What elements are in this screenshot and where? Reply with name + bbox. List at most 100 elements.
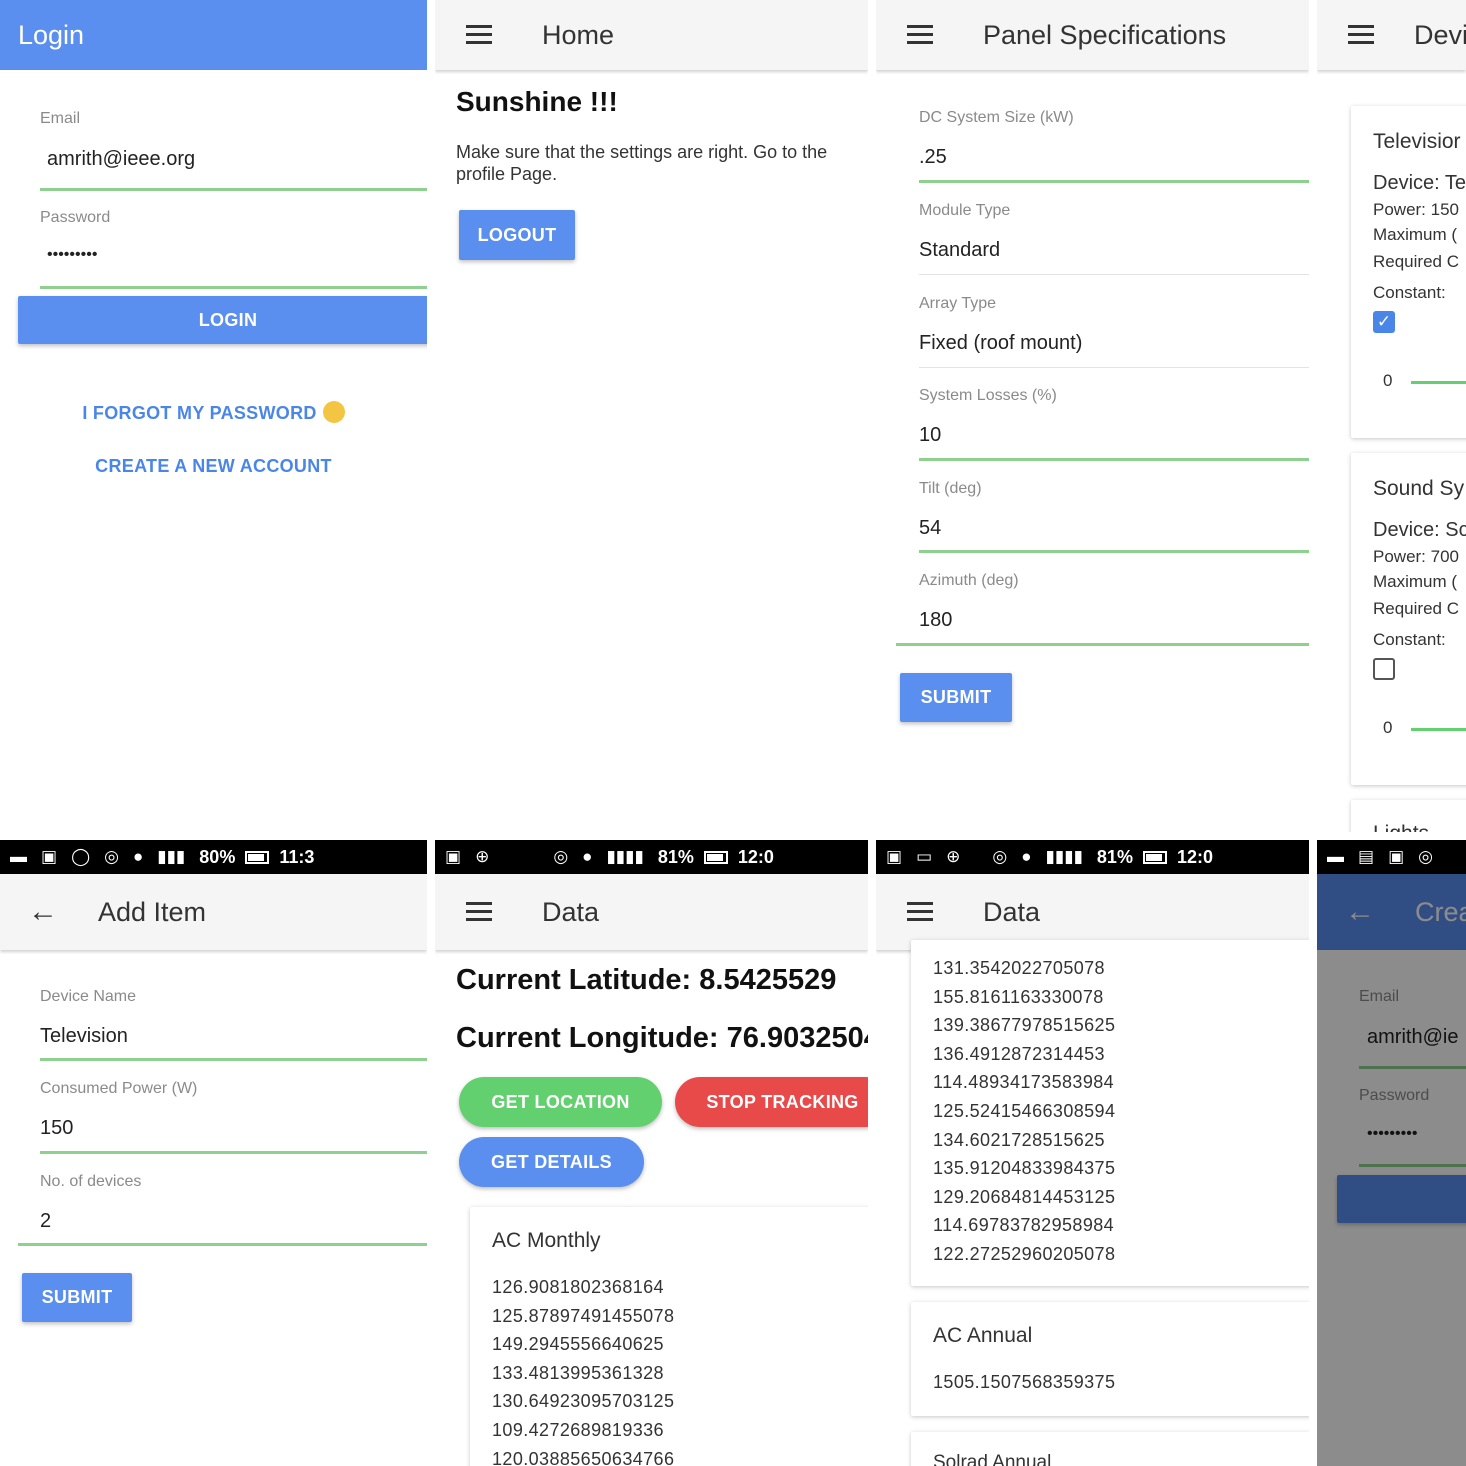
hotspot-icon: ◎: [553, 847, 569, 866]
menu-icon[interactable]: [907, 25, 933, 45]
create-account-link[interactable]: CREATE A NEW ACCOUNT: [0, 456, 427, 477]
consumed-power-input[interactable]: 150: [40, 1117, 73, 1140]
email-input[interactable]: amrith@ieee.org: [47, 148, 195, 171]
page-title: Home: [542, 19, 615, 50]
tilt-underline: [919, 550, 1309, 553]
signal-icon: ▮▮▮▮: [1045, 847, 1083, 866]
ac-annual-value: 1505.1507568359375: [933, 1372, 1116, 1392]
constant-checkbox[interactable]: [1373, 658, 1395, 680]
forgot-password-label: I FORGOT MY PASSWORD: [82, 403, 317, 423]
device-constant-text: Constant:: [1373, 283, 1446, 302]
device-card-title: Sound Sy:: [1373, 477, 1466, 500]
password-label: Password: [40, 209, 111, 226]
device-required-text: Required C: [1373, 252, 1459, 271]
system-losses-underline: [919, 458, 1309, 461]
menu-icon[interactable]: [907, 902, 933, 922]
create-account-screen: ▬ ▤ ▣ ◎ ← Crea Email amrith@ie Password …: [1317, 840, 1466, 1466]
get-details-button[interactable]: GET DETAILS: [459, 1137, 644, 1187]
device-power-text: Power: 150: [1373, 200, 1459, 219]
page-title: Data: [983, 896, 1041, 927]
get-location-button[interactable]: GET LOCATION: [459, 1077, 662, 1127]
gallery-icon: ▣: [445, 847, 462, 866]
device-name-text: Device: Te: [1373, 172, 1466, 194]
submit-button[interactable]: SUBMIT: [900, 673, 1012, 722]
stop-tracking-button[interactable]: STOP TRACKING: [675, 1077, 868, 1127]
system-losses-input[interactable]: 10: [919, 424, 941, 447]
gallery-icon: ▣: [41, 847, 58, 866]
panel-specifications-screen: Panel Specifications DC System Size (kW)…: [876, 0, 1309, 832]
array-type-underline: [919, 367, 1309, 368]
latitude-text: Current Latitude: 8.5425529: [456, 964, 837, 996]
submit-button[interactable]: SUBMIT: [22, 1273, 132, 1322]
clock: 12:0: [1176, 846, 1213, 867]
login-button[interactable]: LOGIN: [18, 296, 427, 344]
dc-system-size-input[interactable]: .25: [919, 146, 947, 169]
list-item: 125.52415466308594: [933, 1100, 1116, 1121]
constant-checkbox[interactable]: ✓: [1373, 311, 1395, 333]
message-icon: ▬: [1327, 847, 1344, 866]
device-name-text: Device: Sc: [1373, 519, 1466, 541]
page-title: Add Item: [98, 896, 207, 927]
list-item: 135.91204833984375: [933, 1158, 1116, 1179]
battery-icon: [245, 850, 270, 864]
hotspot-icon: ◎: [1418, 847, 1433, 866]
device-required-text: Required C: [1373, 599, 1459, 618]
email-underline: [40, 188, 427, 191]
back-arrow-icon[interactable]: ←: [28, 895, 58, 929]
card-title: AC Monthly: [492, 1229, 601, 1252]
battery-percent: 81%: [657, 846, 694, 867]
azimuth-underline: [896, 643, 1309, 646]
device-name-input[interactable]: Television: [40, 1025, 128, 1048]
solrad-annual-card: Solrad Annual: [911, 1432, 1309, 1466]
ac-monthly-values: 126.9081802368164 125.87897491455078 149…: [492, 1273, 674, 1466]
status-bar: ▣ ⊕ ◎ ● ▮▮▮▮ 81% 12:0: [435, 840, 868, 874]
device-count-input[interactable]: 2: [40, 1210, 51, 1233]
azimuth-input[interactable]: 180: [919, 609, 952, 632]
card-title: Solrad Annual: [933, 1452, 1052, 1466]
menu-icon[interactable]: [1348, 25, 1374, 45]
gallery-icon: ▣: [886, 847, 903, 866]
usage-slider[interactable]: [1411, 728, 1466, 731]
device-count-label: No. of devices: [40, 1173, 142, 1190]
gps-icon: ⊕: [946, 847, 961, 866]
page-title: Login: [18, 19, 85, 50]
list-item: 109.4272689819336: [492, 1419, 664, 1440]
usage-slider[interactable]: [1411, 381, 1466, 384]
device-card: Lights: [1351, 800, 1466, 832]
login-appbar: Login: [0, 0, 427, 70]
status-bar: ▬ ▣ ◯ ◎ ● ▮▮▮ 80% 11:3: [0, 840, 427, 874]
device-power-text: Power: 700: [1373, 547, 1459, 566]
monthly-values: 131.3542022705078 155.8161163330078 139.…: [933, 954, 1115, 1269]
device-maximum-text: Maximum (: [1373, 225, 1458, 244]
location-icon: ●: [1021, 847, 1032, 866]
status-bar: ▣ ▭ ⊕ ◎ ● ▮▮▮▮ 81% 12:0: [876, 840, 1309, 874]
card-title: AC Annual: [933, 1324, 1033, 1347]
data-appbar: Data: [876, 874, 1309, 950]
device-constant-text: Constant:: [1373, 630, 1446, 649]
dim-overlay: [1317, 874, 1466, 1466]
status-bar: ▬ ▤ ▣ ◎: [1317, 840, 1466, 874]
tilt-input[interactable]: 54: [919, 517, 941, 540]
signal-icon: ▮▮▮▮: [606, 847, 644, 866]
menu-icon[interactable]: [466, 25, 492, 45]
screenshot-icon: ▤: [1358, 847, 1375, 866]
menu-icon[interactable]: [466, 902, 492, 922]
list-item: 126.9081802368164: [492, 1277, 664, 1297]
battery-percent: 80%: [199, 846, 236, 867]
clock: 11:3: [279, 846, 315, 867]
array-type-select[interactable]: Fixed (roof mount): [919, 332, 1082, 355]
device-maximum-text: Maximum (: [1373, 572, 1458, 591]
forgot-password-link[interactable]: I FORGOT MY PASSWORD: [0, 401, 427, 424]
add-item-screen: ▬ ▣ ◯ ◎ ● ▮▮▮ 80% 11:3 ← Add Item Device…: [0, 840, 427, 1466]
dc-system-size-label: DC System Size (kW): [919, 109, 1074, 126]
module-type-select[interactable]: Standard: [919, 239, 1000, 262]
battery-percent: 81%: [1096, 846, 1133, 867]
add-item-appbar: ← Add Item: [0, 874, 427, 950]
slider-value: 0: [1383, 718, 1393, 737]
device-card: Sound Sy: Device: Sc Power: 700 Maximum …: [1351, 453, 1466, 785]
password-underline: [40, 286, 427, 289]
password-input[interactable]: •••••••••: [47, 246, 97, 264]
device-card-title: Lights: [1373, 822, 1429, 832]
logout-button[interactable]: LOGOUT: [459, 210, 575, 260]
list-item: 136.4912872314453: [933, 1043, 1105, 1064]
